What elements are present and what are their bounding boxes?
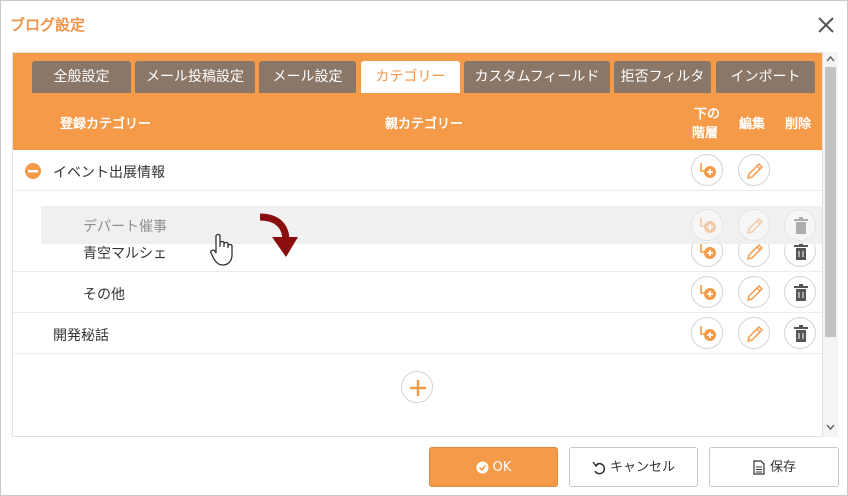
- vertical-scrollbar[interactable]: [823, 52, 838, 437]
- hand-cursor-icon: [210, 233, 233, 266]
- scroll-up-icon[interactable]: [826, 56, 835, 62]
- settings-panel: 全般設定 メール投稿設定 メール設定 カテゴリー カスタムフィールド 拒否フィル…: [12, 52, 823, 437]
- trash-icon: [794, 284, 808, 301]
- add-child-icon: [700, 285, 716, 300]
- tab-bar: 全般設定 メール投稿設定 メール設定 カテゴリー カスタムフィールド 拒否フィル…: [13, 53, 822, 93]
- add-child-icon: [700, 244, 716, 259]
- category-row: イベント出展情報: [13, 150, 822, 191]
- tab-import[interactable]: インポート: [716, 61, 815, 93]
- plus-icon: [410, 380, 426, 396]
- drag-ghost-label: デパート催事: [83, 219, 167, 235]
- category-row: その他: [13, 272, 822, 313]
- trash-icon: [794, 243, 808, 260]
- add-child-button[interactable]: [691, 317, 723, 349]
- delete-button[interactable]: [784, 276, 816, 308]
- pencil-icon: [746, 325, 764, 343]
- add-child-icon: [700, 218, 716, 233]
- scroll-down-icon[interactable]: [826, 424, 835, 430]
- category-label[interactable]: イベント出展情報: [53, 162, 165, 182]
- header-edit: 編集: [739, 117, 766, 132]
- pencil-icon: [746, 162, 764, 180]
- save-button[interactable]: 保存: [709, 447, 839, 487]
- dialog-title: ブログ設定: [10, 16, 86, 34]
- pencil-icon: [746, 217, 764, 235]
- pencil-icon: [746, 243, 764, 261]
- tab-mail-post[interactable]: メール投稿設定: [135, 61, 255, 93]
- edit-button[interactable]: [738, 276, 770, 308]
- delete-button[interactable]: [784, 317, 816, 349]
- category-label[interactable]: その他: [83, 284, 125, 304]
- cancel-label: キャンセル: [609, 460, 675, 475]
- category-row: 開発秘話: [13, 313, 822, 354]
- tab-category[interactable]: カテゴリー: [361, 61, 460, 93]
- tab-mail[interactable]: メール設定: [259, 61, 356, 93]
- trash-icon: [794, 217, 808, 234]
- add-category-button[interactable]: [401, 371, 433, 403]
- collapse-icon[interactable]: [25, 163, 41, 179]
- tab-general[interactable]: 全般設定: [32, 61, 131, 93]
- drag-arrow-icon: [259, 213, 298, 257]
- category-label[interactable]: 青空マルシェ: [83, 243, 167, 263]
- edit-button[interactable]: [738, 154, 770, 186]
- add-child-icon: [700, 163, 716, 178]
- tab-custom-field[interactable]: カスタムフィールド: [464, 61, 610, 93]
- tab-reject-filter[interactable]: 拒否フィルタ: [614, 61, 711, 93]
- drag-ghost-row[interactable]: デパート催事: [41, 206, 822, 244]
- pencil-icon: [746, 284, 764, 302]
- add-child-button[interactable]: [691, 154, 723, 186]
- header-parent: 親カテゴリー: [385, 117, 464, 132]
- undo-icon: [592, 461, 606, 474]
- cancel-button[interactable]: キャンセル: [569, 447, 698, 487]
- category-table-header: 登録カテゴリー 親カテゴリー 下の 階層 編集 削除: [13, 93, 822, 150]
- edit-button: [738, 209, 770, 241]
- save-label: 保存: [769, 460, 796, 475]
- edit-button[interactable]: [738, 317, 770, 349]
- category-label[interactable]: 開発秘話: [53, 325, 109, 345]
- header-sub-level-1: 下の: [694, 107, 721, 122]
- add-child-icon: [700, 326, 716, 341]
- trash-icon: [794, 325, 808, 342]
- close-icon[interactable]: [815, 14, 837, 36]
- check-circle-icon: [476, 461, 489, 474]
- blog-settings-dialog: ブログ設定 全般設定 メール投稿設定 メール設定 カテゴリー カスタムフィールド…: [0, 0, 848, 496]
- header-delete: 削除: [785, 117, 812, 132]
- header-sub-level-2: 階層: [692, 126, 719, 141]
- ok-label: OK: [492, 460, 512, 475]
- header-registered: 登録カテゴリー: [60, 117, 152, 132]
- add-child-button[interactable]: [691, 276, 723, 308]
- ok-button[interactable]: OK: [429, 447, 558, 487]
- add-child-button: [691, 209, 723, 241]
- document-icon: [753, 460, 765, 475]
- scrollbar-thumb[interactable]: [825, 67, 836, 337]
- delete-button: [784, 209, 816, 241]
